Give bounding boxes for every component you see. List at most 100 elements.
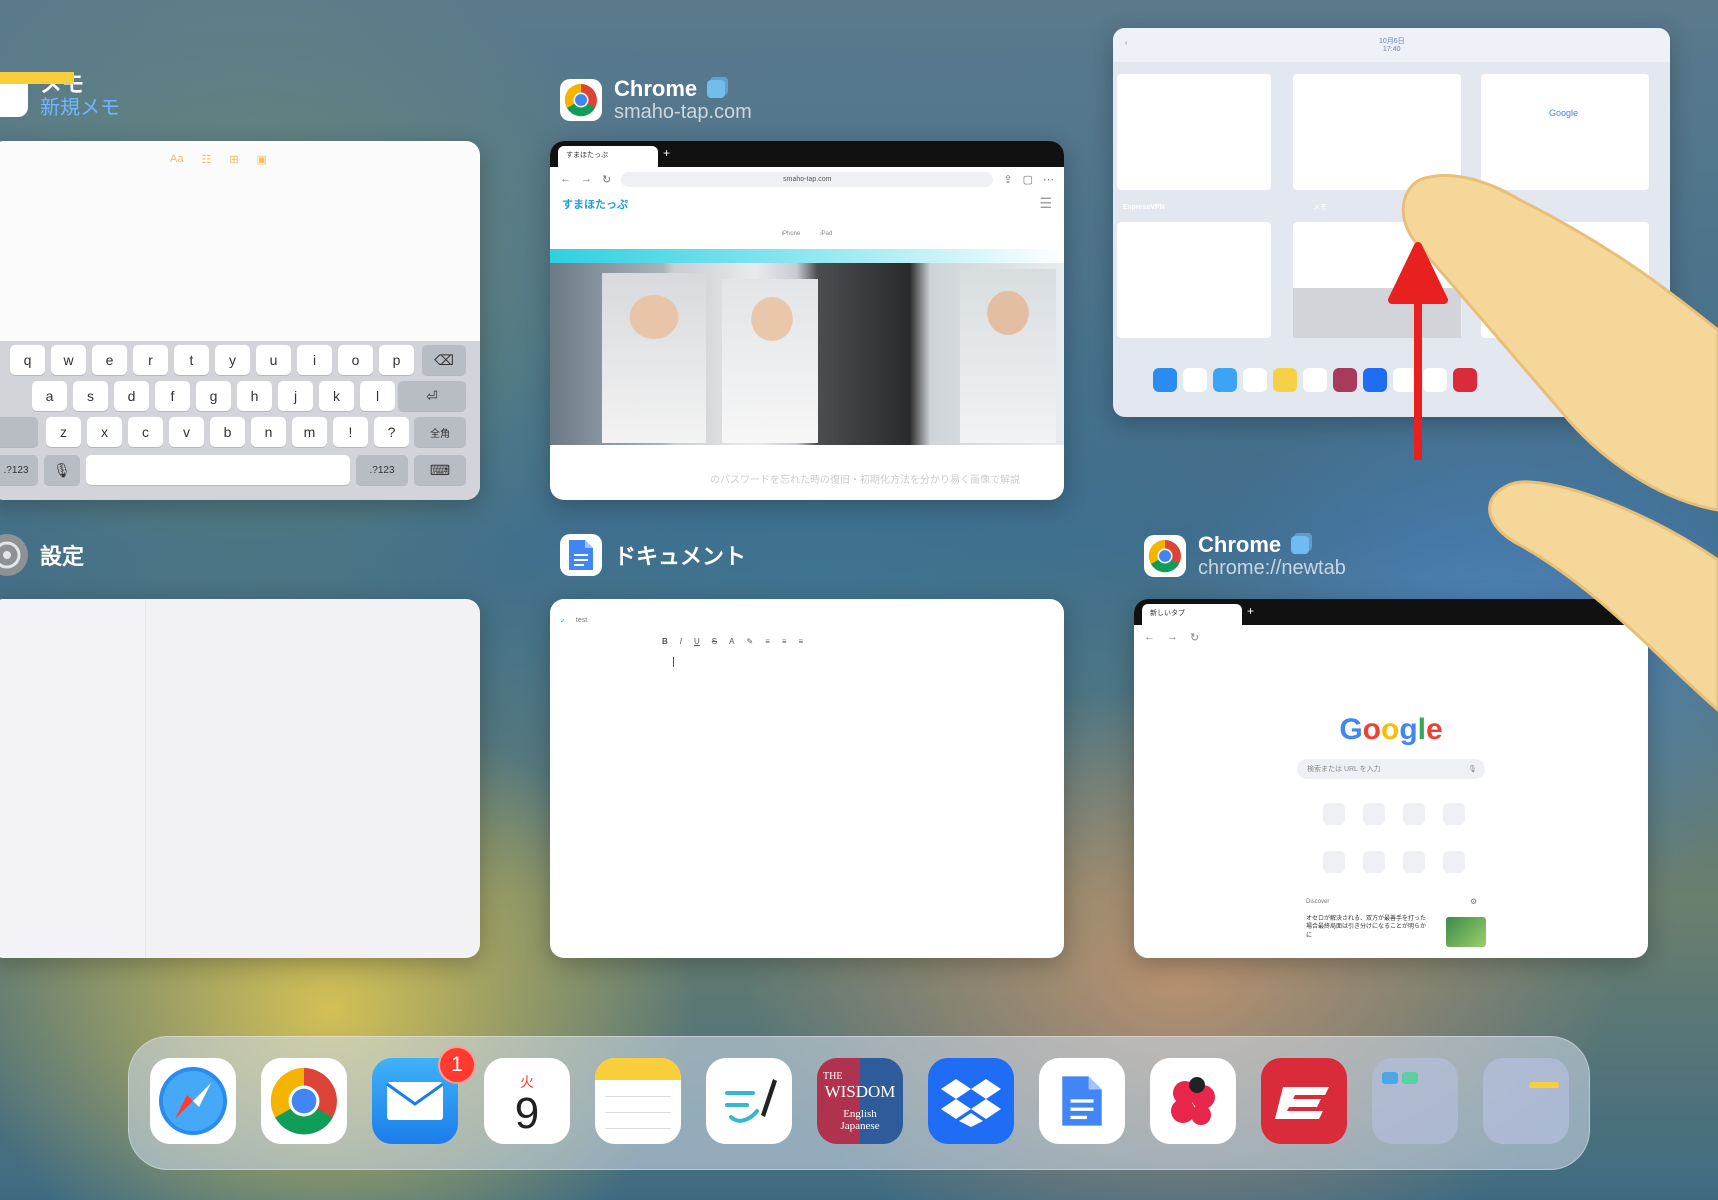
new-tab-icon[interactable]: + (663, 146, 670, 160)
check-icon[interactable]: ✓ (560, 617, 566, 625)
key-d[interactable]: d (114, 381, 149, 411)
mic-key[interactable]: 🎙 (44, 455, 80, 485)
chrome-tab-strip: 新しいタブ + (1134, 599, 1648, 625)
align-right-icon[interactable]: ≡ (799, 637, 804, 646)
freeform-dock-icon[interactable] (706, 1058, 792, 1144)
split-view-preview-card[interactable]: ‹ 10月6日 17:40 Google ExpressVPN メモ Chrom… (1113, 28, 1670, 417)
zenkaku-key[interactable]: 全角 (414, 417, 466, 447)
shift-key-left[interactable] (0, 417, 38, 447)
key-k[interactable]: k (319, 381, 354, 411)
highlight-icon[interactable]: ✎ (746, 637, 753, 646)
new-tab-icon[interactable]: + (1247, 604, 1254, 618)
key-?[interactable]: ? (374, 417, 409, 447)
news-card[interactable]: オセロが解決される、双方が最善手を打った場合最終局面は引き分けになることが明らか… (1306, 915, 1426, 940)
mic-icon[interactable]: 🎙 (1468, 765, 1477, 773)
reload-icon[interactable]: ↻ (1190, 631, 1199, 644)
nav-iphone[interactable]: iPhone (782, 231, 801, 249)
key-y[interactable]: y (215, 345, 250, 375)
tabs-icon[interactable]: ▢ (1023, 173, 1033, 186)
google-docs-dock-icon[interactable] (1039, 1058, 1125, 1144)
site-logo[interactable]: すまほたっぷ (562, 196, 628, 212)
back-icon[interactable]: ← (560, 173, 571, 185)
key-v[interactable]: v (169, 417, 204, 447)
forward-icon[interactable]: → (581, 173, 592, 185)
key-o[interactable]: o (338, 345, 373, 375)
chrome-tab[interactable]: 新しいタブ (1142, 604, 1242, 625)
settings-window-card[interactable] (0, 599, 480, 958)
shortcut-tile[interactable] (1443, 803, 1465, 825)
chrome-smaho-window-card[interactable]: すまほたっぷ + ← → ↻ smaho-tap.com ⇪ ▢ ⋯ すまほたっ… (550, 141, 1064, 500)
menu-icon[interactable]: ☰ (1039, 195, 1052, 212)
underline-icon[interactable]: U (694, 637, 700, 646)
align-left-icon[interactable]: ≡ (765, 637, 770, 646)
key-m[interactable]: m (292, 417, 327, 447)
dropbox-dock-icon[interactable] (928, 1058, 1014, 1144)
key-r[interactable]: r (133, 345, 168, 375)
multiple-windows-icon (1291, 535, 1310, 554)
key-w[interactable]: w (51, 345, 86, 375)
key-c[interactable]: c (128, 417, 163, 447)
return-key[interactable]: ⏎ (398, 381, 466, 411)
wisdom-the: THE (823, 1070, 843, 1082)
numbers-key-right[interactable]: .?123 (356, 455, 408, 485)
history-icon[interactable] (1443, 851, 1465, 873)
discover-settings-icon[interactable]: ⚙ (1470, 897, 1477, 906)
bold-icon[interactable]: B (662, 637, 668, 646)
key-q[interactable]: q (10, 345, 45, 375)
key-i[interactable]: i (297, 345, 332, 375)
text-color-icon[interactable]: A (729, 637, 734, 646)
forward-icon[interactable]: → (1167, 631, 1178, 643)
wisdom-dictionary-dock-icon[interactable]: THE WISDOM English Japanese (817, 1058, 903, 1144)
chrome-dock-icon[interactable] (261, 1058, 347, 1144)
align-center-icon[interactable]: ≡ (782, 637, 787, 646)
shortcut-tile[interactable] (1363, 803, 1385, 825)
search-box[interactable]: 検索または URL を入力 🎙 (1297, 759, 1485, 779)
key-f[interactable]: f (155, 381, 190, 411)
numbers-key-left[interactable]: .?123 (0, 455, 38, 485)
expressvpn-dock-icon[interactable] (1261, 1058, 1347, 1144)
recent-tabs-icon[interactable] (1403, 851, 1425, 873)
key-s[interactable]: s (73, 381, 108, 411)
key-x[interactable]: x (87, 417, 122, 447)
calendar-dock-icon[interactable]: 火 9 (484, 1058, 570, 1144)
keyboard-dismiss-key[interactable]: ⌨ (414, 455, 466, 485)
key-j[interactable]: j (278, 381, 313, 411)
reload-icon[interactable]: ↻ (602, 173, 611, 186)
docs-window-card[interactable]: ✓ test B I U S A ✎ ≡ ≡ ≡ (550, 599, 1064, 958)
chrome-newtab-window-card[interactable]: 新しいタブ + ← → ↻ Google 検索または URL を入力 🎙 Dis… (1134, 599, 1648, 958)
key-l[interactable]: l (360, 381, 395, 411)
key-a[interactable]: a (32, 381, 67, 411)
key-g[interactable]: g (196, 381, 231, 411)
safari-dock-icon[interactable] (150, 1058, 236, 1144)
shortcut-tile[interactable] (1403, 803, 1425, 825)
space-bar[interactable] (86, 455, 350, 485)
key-t[interactable]: t (174, 345, 209, 375)
key-h[interactable]: h (237, 381, 272, 411)
italic-icon[interactable]: I (680, 637, 682, 646)
more-icon[interactable]: ⋯ (1043, 173, 1054, 186)
article-caption[interactable]: のパスワードを忘れた時の復旧・初期化方法を分かり易く画像で解説 (710, 471, 1020, 486)
craft-dock-icon[interactable] (1150, 1058, 1236, 1144)
key-b[interactable]: b (210, 417, 245, 447)
shortcut-tile[interactable] (1323, 803, 1345, 825)
share-icon[interactable]: ⇪ (1003, 173, 1012, 186)
strikethrough-icon[interactable]: S (712, 637, 717, 646)
key-p[interactable]: p (379, 345, 414, 375)
back-icon[interactable]: ← (1144, 631, 1155, 643)
notes-dock-icon[interactable] (595, 1058, 681, 1144)
app-library-dock-icon[interactable] (1483, 1058, 1569, 1144)
bookmarks-icon[interactable] (1323, 851, 1345, 873)
memo-window-card[interactable]: Aa ☷ ⊞ ▣ qwertyuiop asdfghjkl z x c v b n m!? … (0, 141, 480, 500)
key-![interactable]: ! (333, 417, 368, 447)
doc-title[interactable]: test (576, 617, 587, 625)
key-z[interactable]: z (46, 417, 81, 447)
chrome-tab[interactable]: すまほたっぷ (558, 146, 658, 167)
app-folder-dock-icon[interactable] (1372, 1058, 1458, 1144)
key-u[interactable]: u (256, 345, 291, 375)
nav-ipad[interactable]: iPad (820, 231, 832, 249)
key-n[interactable]: n (251, 417, 286, 447)
key-e[interactable]: e (92, 345, 127, 375)
backspace-key[interactable]: ⌫ (422, 345, 466, 375)
address-bar[interactable]: smaho-tap.com (621, 171, 994, 187)
reading-list-icon[interactable] (1363, 851, 1385, 873)
